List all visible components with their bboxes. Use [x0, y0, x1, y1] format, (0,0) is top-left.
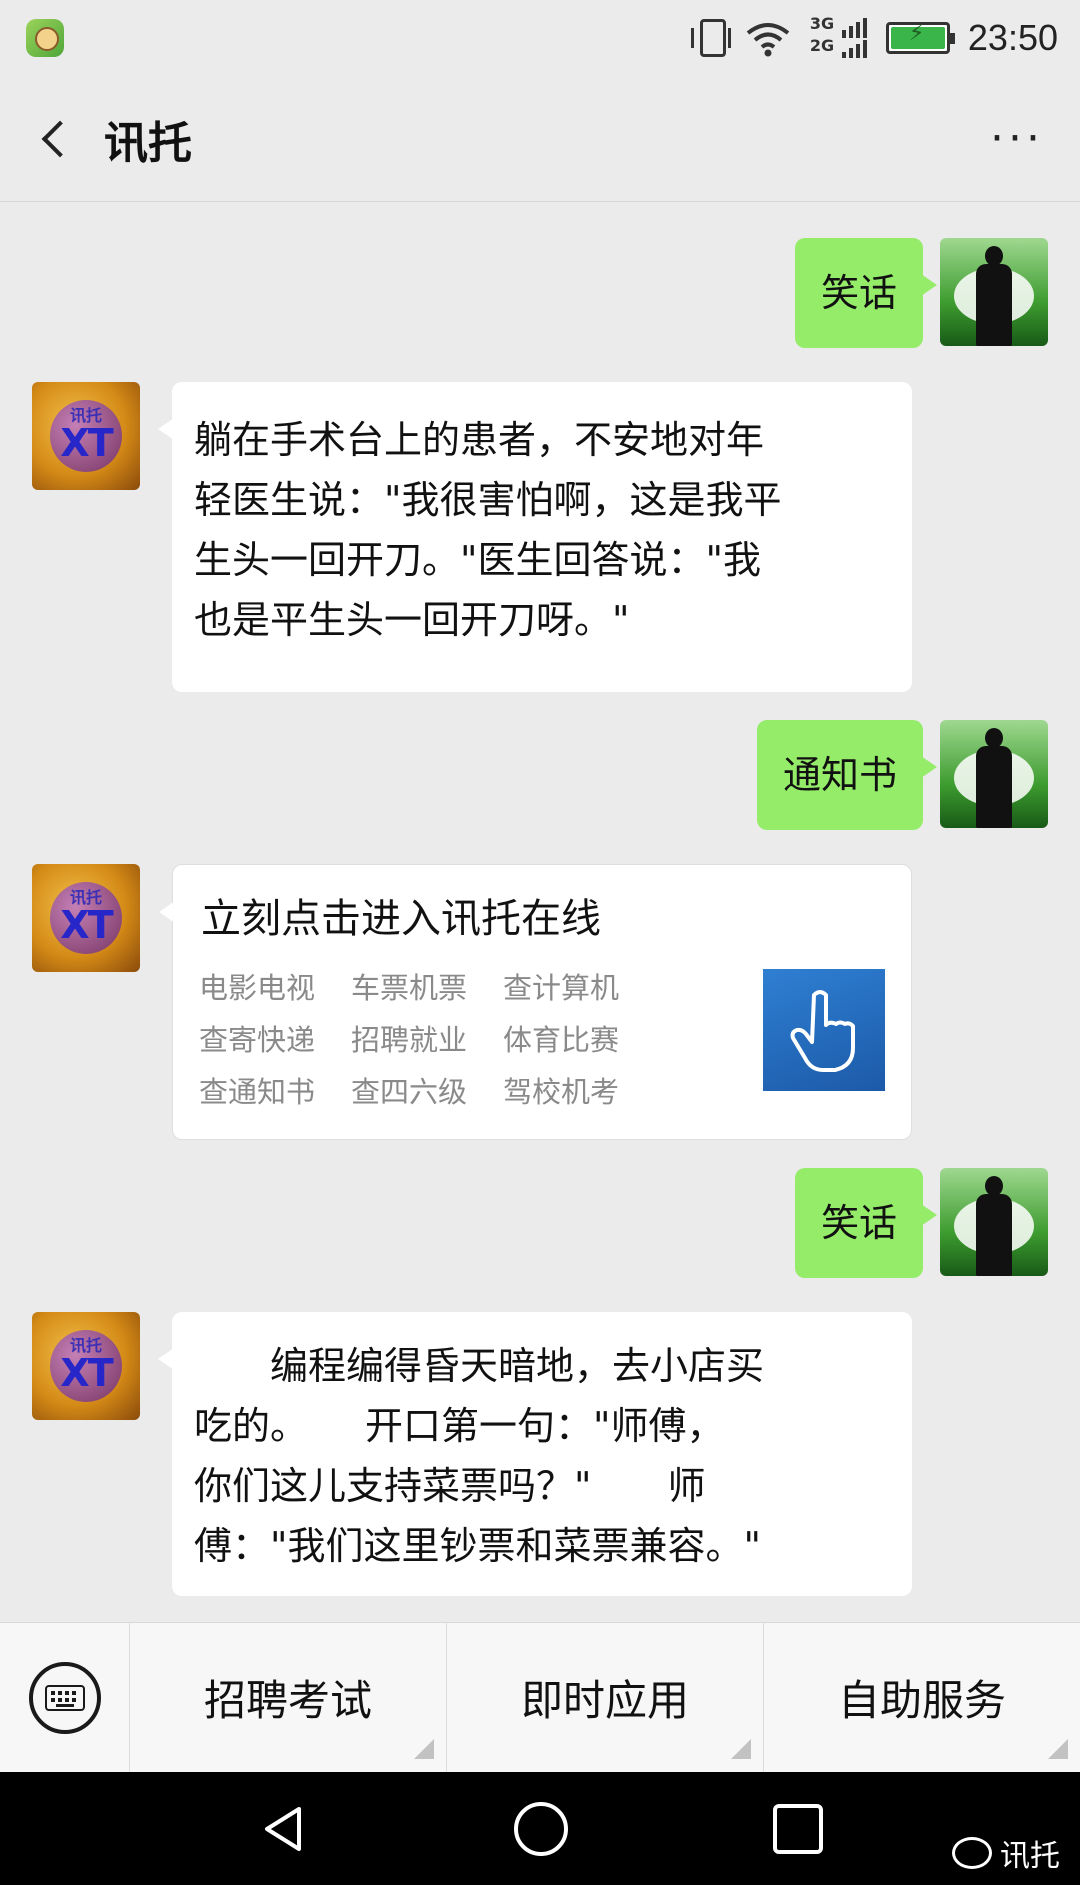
- card-link[interactable]: 招聘就业: [351, 1017, 503, 1063]
- back-arrow-icon[interactable]: [30, 109, 80, 169]
- nav-recents-icon[interactable]: [771, 1802, 825, 1856]
- bottom-menu: 招聘考试 即时应用 自助服务: [0, 1622, 1080, 1773]
- watermark-text: 讯托: [1000, 1839, 1060, 1874]
- user-avatar[interactable]: [940, 238, 1048, 346]
- wifi-icon: [744, 19, 792, 57]
- vibrate-icon: [690, 19, 731, 57]
- signal-icon: 3G 2G: [810, 16, 868, 60]
- card-link[interactable]: 驾校机考: [503, 1069, 655, 1115]
- wechat-icon: [952, 1837, 992, 1869]
- message-line: 轻医生说："我很害怕啊，这是我平: [194, 478, 782, 522]
- menu-item-self-service[interactable]: 自助服务: [764, 1623, 1080, 1773]
- menu-item-label: 自助服务: [837, 1676, 1006, 1725]
- message-user: 笑话: [0, 1168, 1080, 1288]
- card-link[interactable]: 查计算机: [503, 965, 655, 1011]
- menu-item-instant-apps[interactable]: 即时应用: [447, 1622, 764, 1773]
- battery-charging-icon: [885, 21, 955, 54]
- menu-item-label: 即时应用: [520, 1676, 689, 1725]
- message-text: 笑话: [820, 271, 897, 315]
- message-line: 傅："我们这里钞票和菜票兼容。": [194, 1524, 761, 1568]
- status-time: 23:50: [967, 17, 1058, 58]
- menu-item-label: 招聘考试: [203, 1676, 372, 1725]
- bot-avatar[interactable]: 讯托 XT: [32, 864, 140, 972]
- message-user: 通知书: [0, 720, 1080, 840]
- system-nav-bar: 讯托: [0, 1772, 1080, 1885]
- card-link[interactable]: 电影电视: [199, 965, 351, 1011]
- message-bubble[interactable]: 笑话: [794, 1168, 938, 1278]
- message-line: 编程编得昏天暗地，去小店买: [194, 1344, 765, 1388]
- network-type-bottom: 2G: [809, 36, 835, 55]
- message-line: 吃的。 开口第一句："师傅，: [194, 1404, 725, 1448]
- chat-header: 讯托 ···: [0, 76, 1080, 202]
- bot-avatar[interactable]: 讯托 XT: [32, 382, 140, 490]
- network-type-top: 3G: [809, 14, 835, 33]
- more-options-icon[interactable]: ···: [990, 116, 1050, 161]
- message-line: 你们这儿支持菜票吗？" 师: [194, 1464, 706, 1508]
- pointing-hand-icon[interactable]: [763, 969, 885, 1091]
- user-avatar[interactable]: [940, 1168, 1048, 1276]
- card-link[interactable]: 查四六级: [351, 1069, 503, 1115]
- app-notification-icon: [26, 19, 64, 57]
- card-link[interactable]: 查通知书: [199, 1069, 351, 1115]
- message-text: 通知书: [782, 753, 897, 797]
- bot-logo-en: XT: [60, 421, 113, 465]
- nav-home-icon[interactable]: [511, 1799, 571, 1859]
- bot-avatar[interactable]: 讯托 XT: [32, 1312, 140, 1420]
- status-bar: 3G 2G 23:50: [0, 0, 1080, 76]
- menu-item-recruitment-exam[interactable]: 招聘考试: [130, 1622, 447, 1773]
- message-user: 笑话: [0, 202, 1080, 348]
- bot-logo-en: XT: [60, 1351, 113, 1395]
- card-link[interactable]: 体育比赛: [503, 1017, 655, 1063]
- watermark: 讯托: [952, 1831, 1060, 1875]
- chat-title: 讯托: [104, 117, 192, 169]
- card-link[interactable]: 查寄快递: [199, 1017, 351, 1063]
- message-bubble[interactable]: 躺在手术台上的患者，不安地对年 轻医生说："我很害怕啊，这是我平 生头一回开刀。…: [158, 382, 912, 692]
- link-card[interactable]: 立刻点击进入讯托在线 电影电视 车票机票 查计算机 查寄快递 招聘就业 体育比赛…: [159, 864, 912, 1140]
- message-line: 也是平生头一回开刀呀。": [194, 598, 630, 642]
- message-bubble[interactable]: 笑话: [794, 238, 938, 348]
- user-avatar[interactable]: [940, 720, 1048, 828]
- message-list[interactable]: 笑话 讯托 XT 躺在手术台上的患者，不安地对年 轻医生说："我很害怕啊，这是我平…: [0, 202, 1080, 1622]
- message-text: 笑话: [820, 1201, 897, 1245]
- keyboard-toggle-button[interactable]: [0, 1622, 130, 1773]
- message-line: 生头一回开刀。"医生回答说："我: [194, 538, 761, 582]
- message-bubble[interactable]: 通知书: [756, 720, 938, 830]
- message-line: 躺在手术台上的患者，不安地对年: [194, 418, 765, 462]
- status-icons: 3G 2G 23:50: [690, 16, 1058, 60]
- card-title[interactable]: 立刻点击进入讯托在线: [201, 891, 887, 947]
- message-bubble[interactable]: 编程编得昏天暗地，去小店买 吃的。 开口第一句："师傅， 你们这儿支持菜票吗？"…: [158, 1312, 912, 1596]
- keyboard-icon: [28, 1661, 101, 1734]
- bot-logo-en: XT: [60, 903, 113, 947]
- nav-back-icon[interactable]: [255, 1801, 311, 1857]
- card-link-grid: 电影电视 车票机票 查计算机 查寄快递 招聘就业 体育比赛 查通知书 查四六级 …: [199, 965, 655, 1115]
- card-link[interactable]: 车票机票: [351, 965, 503, 1011]
